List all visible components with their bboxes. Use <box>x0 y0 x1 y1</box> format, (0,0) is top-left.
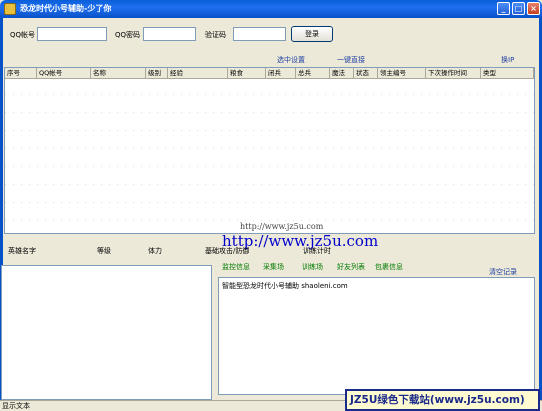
hero-train-header: 训练计时 <box>303 247 331 255</box>
hero-stamina-header: 体力 <box>148 247 162 255</box>
watermark-small: http://www.jz5u.com <box>240 222 324 231</box>
column-header[interactable]: 类型 <box>481 68 534 79</box>
hero-name-header: 英雄名字 <box>8 247 36 255</box>
account-input[interactable] <box>37 27 107 41</box>
column-header[interactable]: 闭兵 <box>266 68 296 79</box>
log-area[interactable] <box>218 277 535 395</box>
account-label: QQ帐号 <box>10 31 36 39</box>
hero-list[interactable] <box>1 265 212 400</box>
login-button[interactable]: 登录 <box>291 26 333 42</box>
clear-log-link[interactable]: 清空记录 <box>489 267 517 277</box>
grid-line <box>5 220 534 221</box>
grid-line <box>5 184 534 185</box>
account-table[interactable]: 序号 QQ帐号 名称 级别 经验 粮食 闭兵 总兵 魔法 状态 领主编号 下次操… <box>4 67 535 234</box>
change-ip-link[interactable]: 换IP <box>501 55 514 65</box>
table-header: 序号 QQ帐号 名称 级别 经验 粮食 闭兵 总兵 魔法 状态 领主编号 下次操… <box>5 68 534 79</box>
tab-package[interactable]: 包裹信息 <box>375 262 403 272</box>
column-header[interactable]: 魔法 <box>330 68 354 79</box>
column-header[interactable]: 总兵 <box>296 68 330 79</box>
column-header[interactable]: 领主编号 <box>378 68 426 79</box>
column-header[interactable]: 状态 <box>354 68 378 79</box>
column-header[interactable]: 经验 <box>168 68 228 79</box>
grid-line <box>5 94 534 95</box>
password-label: QQ密码 <box>115 31 141 39</box>
column-header[interactable]: 级别 <box>146 68 168 79</box>
grid-line <box>5 148 534 149</box>
maximize-button[interactable]: □ <box>512 2 525 15</box>
tab-friends[interactable]: 好友列表 <box>337 262 365 272</box>
column-header[interactable]: 名称 <box>91 68 146 79</box>
tab-monitor[interactable]: 监控信息 <box>222 262 250 272</box>
tab-collect[interactable]: 采集场 <box>263 262 284 272</box>
password-input[interactable] <box>143 27 196 41</box>
grid-line <box>5 202 534 203</box>
grid-line <box>5 130 534 131</box>
hero-attack-header: 基础攻击/防御 <box>205 247 250 255</box>
one-click-pull-link[interactable]: 一键直接 <box>337 55 365 65</box>
column-header[interactable]: 粮食 <box>228 68 266 79</box>
column-header[interactable]: 序号 <box>5 68 37 79</box>
window-title: 恐龙时代小号辅助-少了你 <box>20 4 112 13</box>
hero-level-header: 等级 <box>97 247 111 255</box>
minimize-button[interactable]: _ <box>497 2 510 15</box>
grid-line <box>5 166 534 167</box>
column-header[interactable]: 下次操作时间 <box>426 68 481 79</box>
info-tabs: 监控信息 采集场 训练场 好友列表 包裹信息 <box>218 262 535 275</box>
grid-line <box>5 112 534 113</box>
captcha-input[interactable] <box>233 27 286 41</box>
app-icon <box>4 3 16 15</box>
site-badge-text: JZ5U绿色下载站(www.jz5u.com) <box>350 394 525 406</box>
column-header[interactable]: QQ帐号 <box>37 68 91 79</box>
close-button[interactable]: × <box>527 2 540 15</box>
log-text: 智能型恐龙时代小号辅助 shaoleni.com <box>222 282 348 290</box>
tab-training[interactable]: 训练场 <box>302 262 323 272</box>
select-settings-link[interactable]: 选中设置 <box>277 55 305 65</box>
captcha-label: 验证码 <box>205 31 226 39</box>
status-text: 显示文本 <box>2 402 30 410</box>
